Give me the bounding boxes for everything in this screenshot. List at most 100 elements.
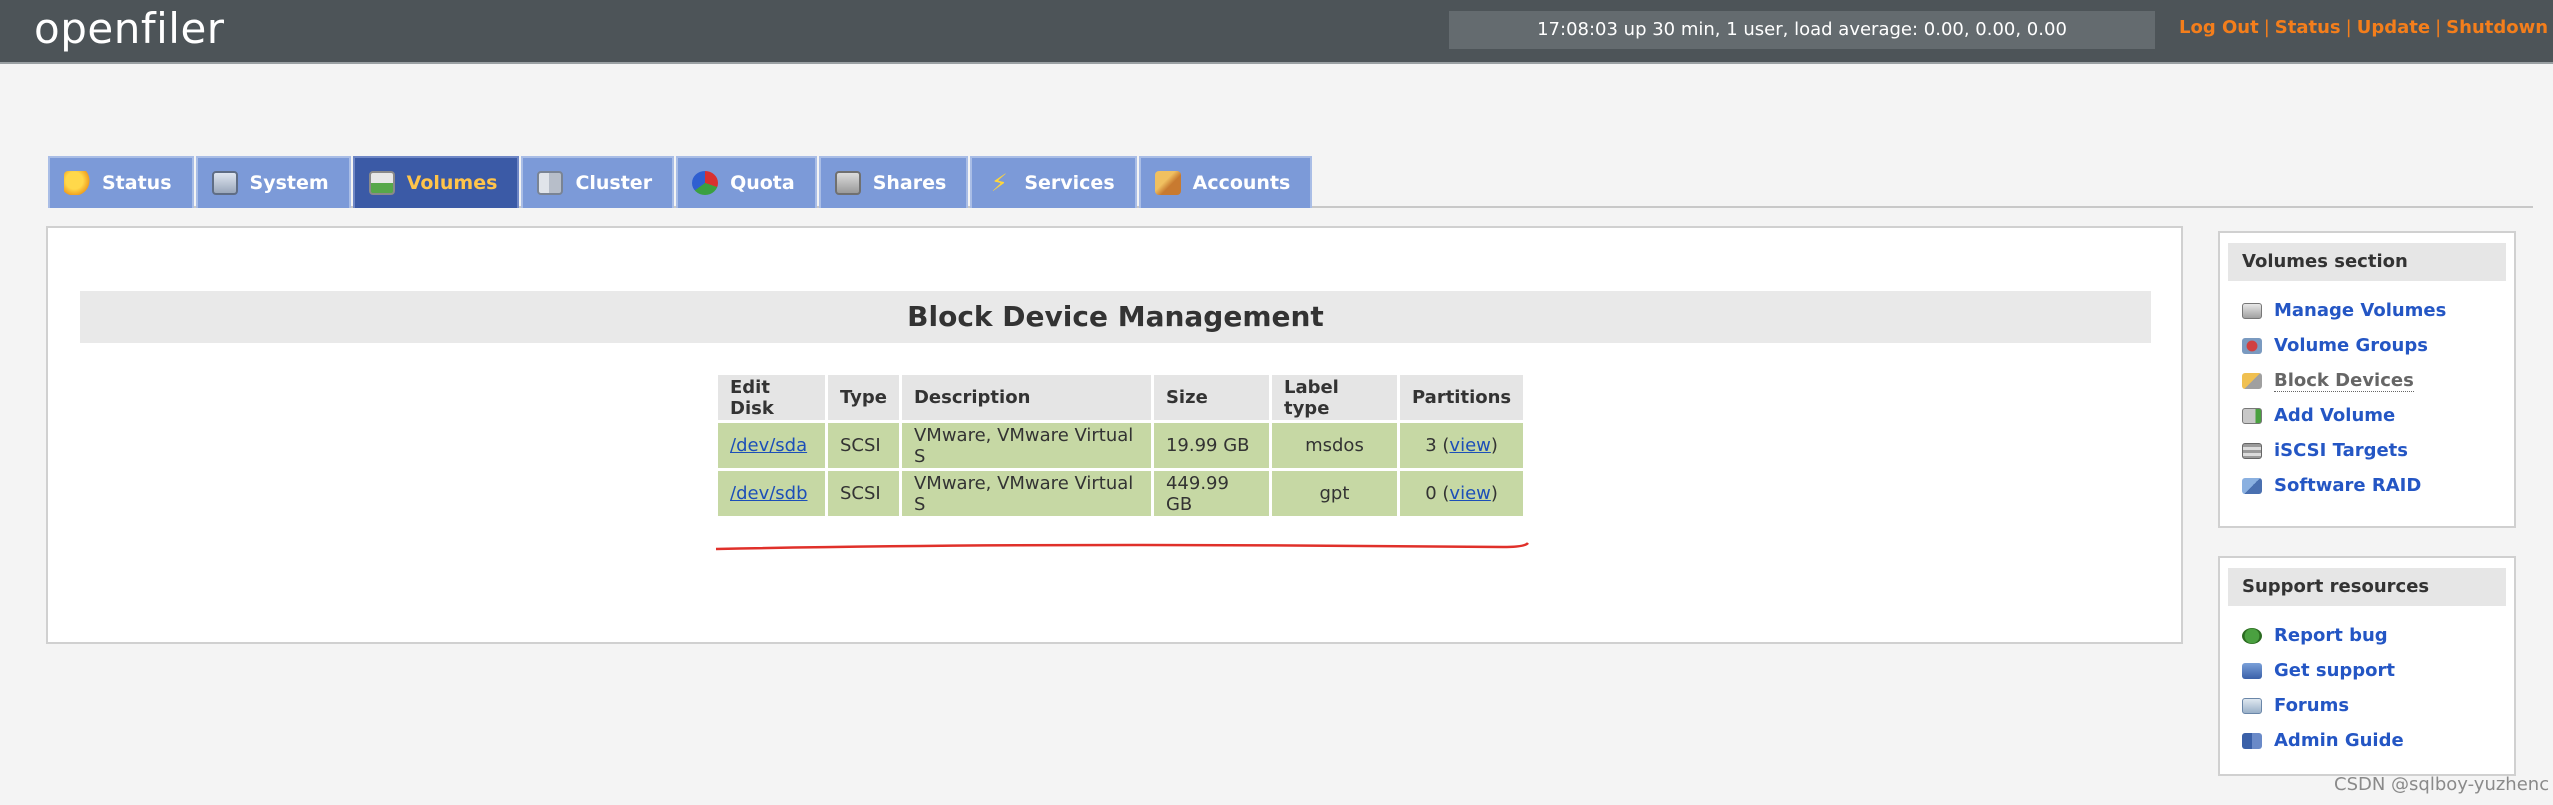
edit-disk-link[interactable]: /dev/sdb: [730, 483, 808, 504]
sidebar-item-iscsi-targets[interactable]: iSCSI Targets: [2242, 433, 2514, 468]
column-header: Size: [1153, 375, 1269, 420]
partition-count: 3: [1425, 435, 1437, 456]
sidebar-item-admin-guide[interactable]: Admin Guide: [2242, 723, 2514, 758]
table-header-row: Edit Disk Type Description Size Label ty…: [718, 375, 1524, 420]
partition-count: 0: [1425, 483, 1437, 504]
disk-cell: /dev/sdb: [718, 471, 825, 516]
add-volume-icon: [2242, 407, 2262, 424]
block-device-table: Edit Disk Type Description Size Label ty…: [715, 372, 1526, 519]
edit-disk-link[interactable]: /dev/sda: [730, 435, 807, 456]
tab-label: System: [249, 172, 329, 194]
sidebar-item-forums[interactable]: Forums: [2242, 688, 2514, 723]
label-type-cell: msdos: [1271, 423, 1397, 468]
tab-label: Volumes: [406, 172, 498, 194]
shutdown-link[interactable]: Shutdown: [2446, 17, 2548, 38]
system-icon: [211, 171, 238, 195]
size-cell: 449.99 GB: [1153, 471, 1269, 516]
volumes-section-box: Volumes section Manage Volumes Volume Gr…: [2218, 231, 2516, 528]
tab-label: Cluster: [575, 172, 653, 194]
column-header: Label type: [1271, 375, 1397, 420]
tab-quota[interactable]: Quota: [676, 156, 817, 208]
sidebar-item-block-devices[interactable]: Block Devices: [2242, 363, 2514, 398]
volume-groups-icon: [2242, 337, 2262, 354]
column-header: Description: [901, 375, 1151, 420]
link-separator: |: [2345, 17, 2352, 38]
csdn-watermark: CSDN @sqlboy-yuzhenc: [2334, 774, 2550, 795]
type-cell: SCSI: [828, 471, 899, 516]
sidebar-item-software-raid[interactable]: Software RAID: [2242, 468, 2514, 503]
tab-label: Accounts: [1192, 172, 1291, 194]
disk-cell: /dev/sda: [718, 423, 825, 468]
sidebar-item-volume-groups[interactable]: Volume Groups: [2242, 328, 2514, 363]
tab-cluster[interactable]: Cluster: [521, 156, 675, 208]
cluster-icon: [537, 171, 564, 195]
shares-icon: [834, 171, 861, 195]
tab-label: Status: [102, 172, 172, 194]
table-row: /dev/sda SCSI VMware, VMware Virtual S 1…: [718, 423, 1524, 468]
status-icon: [64, 171, 90, 195]
status-link[interactable]: Status: [2275, 17, 2341, 38]
description-cell: VMware, VMware Virtual S: [901, 471, 1151, 516]
software-raid-icon: [2242, 477, 2262, 494]
view-partitions-link[interactable]: view: [1449, 435, 1490, 456]
block-devices-icon: [2242, 372, 2262, 389]
top-header: openfiler 17:08:03 up 30 min, 1 user, lo…: [0, 0, 2553, 64]
tab-volumes[interactable]: Volumes: [352, 156, 520, 208]
support-resources-box: Support resources Report bug Get support…: [2218, 556, 2516, 776]
accounts-icon: [1154, 171, 1181, 195]
support-resources-list: Report bug Get support Forums Admin Guid…: [2220, 606, 2514, 758]
sidebar-item-get-support[interactable]: Get support: [2242, 653, 2514, 688]
sidebar-link[interactable]: Forums: [2274, 695, 2349, 716]
tab-label: Shares: [872, 172, 947, 194]
sidebar-link[interactable]: Add Volume: [2274, 405, 2395, 426]
sidebar-item-manage-volumes[interactable]: Manage Volumes: [2242, 293, 2514, 328]
volumes-icon: [368, 171, 395, 195]
volumes-section-list: Manage Volumes Volume Groups Block Devic…: [2220, 281, 2514, 503]
tab-system[interactable]: System: [195, 156, 351, 208]
tab-status[interactable]: Status: [48, 156, 194, 208]
red-underline-annotation: [715, 542, 1529, 551]
update-link[interactable]: Update: [2357, 17, 2430, 38]
iscsi-targets-icon: [2242, 442, 2262, 459]
sidebar-link[interactable]: Software RAID: [2274, 475, 2421, 496]
column-header: Edit Disk: [718, 375, 825, 420]
logout-link[interactable]: Log Out: [2179, 17, 2259, 38]
main-panel: Block Device Management Edit Disk Type D…: [46, 226, 2183, 644]
tab-services[interactable]: ⚡ Services: [970, 156, 1137, 208]
main-tabs: Status System Volumes Cluster Quota Shar…: [48, 156, 1314, 208]
get-support-icon: [2242, 662, 2262, 679]
tab-label: Quota: [730, 172, 795, 194]
report-bug-icon: [2242, 627, 2262, 644]
description-cell: VMware, VMware Virtual S: [901, 423, 1151, 468]
sidebar-link[interactable]: Admin Guide: [2274, 730, 2404, 751]
page-title: Block Device Management: [80, 291, 2151, 343]
type-cell: SCSI: [828, 423, 899, 468]
top-links: Log Out | Status | Update | Shutdown: [2179, 17, 2548, 38]
tab-accounts[interactable]: Accounts: [1138, 156, 1313, 208]
sidebar-link[interactable]: Volume Groups: [2274, 335, 2428, 356]
link-separator: |: [2435, 17, 2442, 38]
sidebar-link[interactable]: Block Devices: [2274, 370, 2414, 392]
column-header: Partitions: [1399, 375, 1524, 420]
quota-icon: [692, 171, 719, 195]
sidebar-link[interactable]: Get support: [2274, 660, 2395, 681]
view-partitions-link[interactable]: view: [1449, 483, 1490, 504]
sidebar-item-report-bug[interactable]: Report bug: [2242, 618, 2514, 653]
tab-shares[interactable]: Shares: [818, 156, 969, 208]
label-type-cell: gpt: [1271, 471, 1397, 516]
size-cell: 19.99 GB: [1153, 423, 1269, 468]
admin-guide-icon: [2242, 732, 2262, 749]
sidebar-link[interactable]: iSCSI Targets: [2274, 440, 2408, 461]
openfiler-logo[interactable]: openfiler: [34, 4, 225, 53]
column-header: Type: [828, 375, 899, 420]
sidebar-item-add-volume[interactable]: Add Volume: [2242, 398, 2514, 433]
tab-label: Services: [1024, 172, 1115, 194]
sidebar-link[interactable]: Manage Volumes: [2274, 300, 2446, 321]
link-separator: |: [2263, 17, 2270, 38]
sidebar-link[interactable]: Report bug: [2274, 625, 2388, 646]
table-row: /dev/sdb SCSI VMware, VMware Virtual S 4…: [718, 471, 1524, 516]
partitions-cell: 3 (view): [1399, 423, 1524, 468]
support-resources-title: Support resources: [2228, 568, 2506, 606]
services-icon: ⚡: [990, 169, 1008, 197]
volumes-section-title: Volumes section: [2228, 243, 2506, 281]
